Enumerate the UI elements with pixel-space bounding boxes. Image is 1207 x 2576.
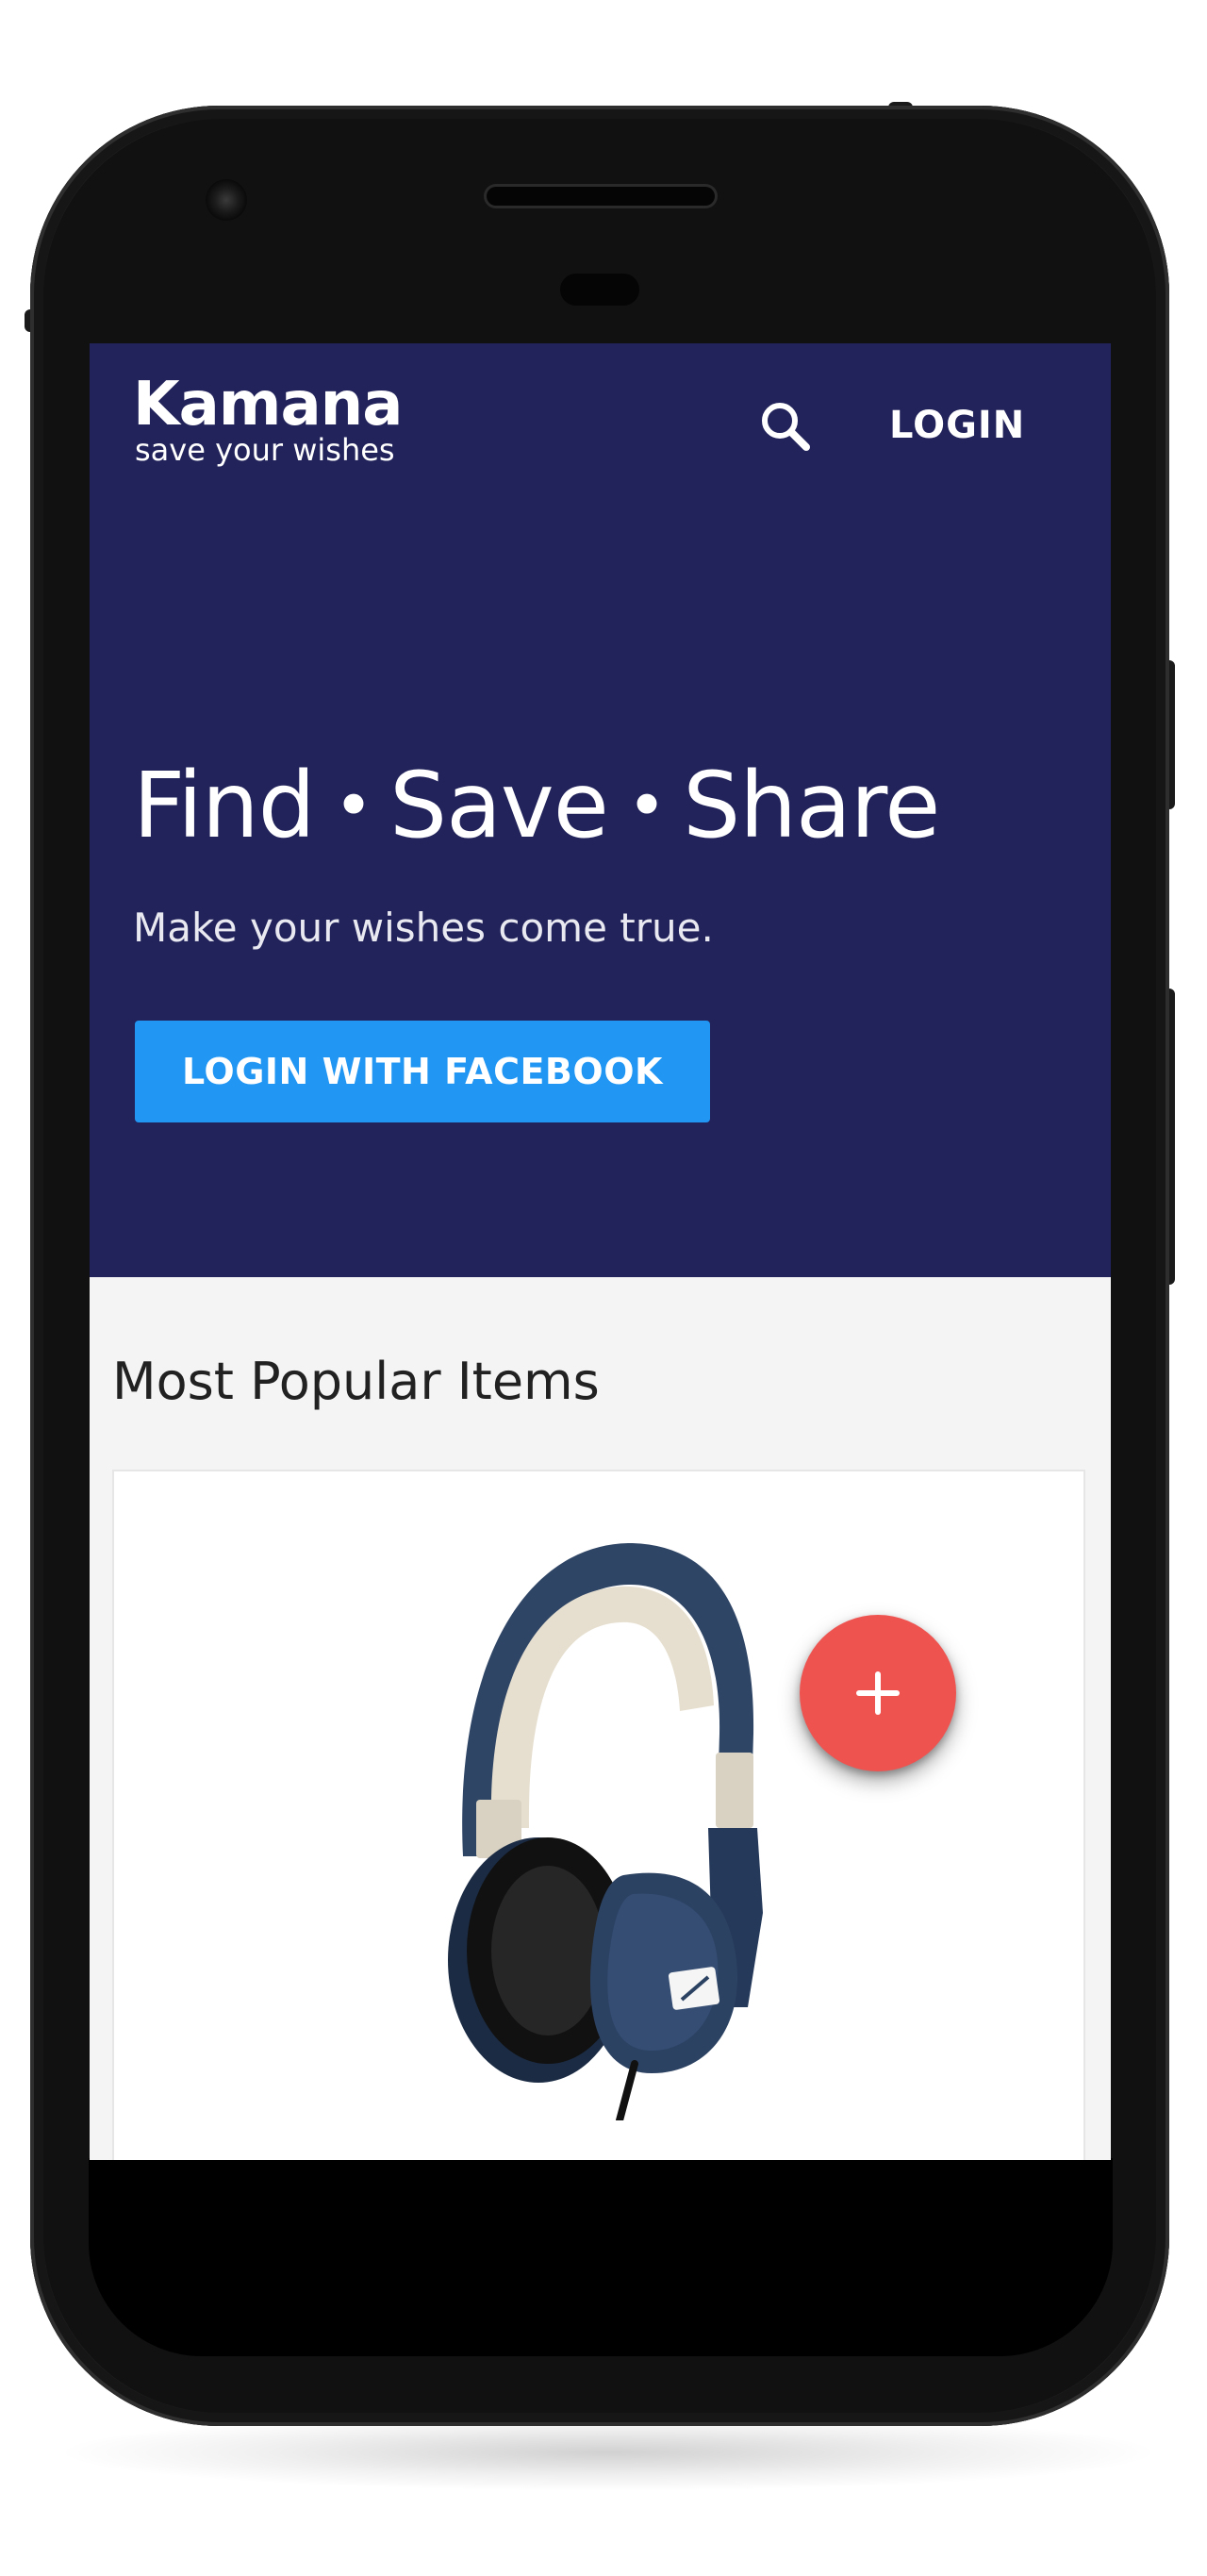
brand-logo[interactable]: Kamana save your wishes <box>133 370 403 468</box>
bottom-bezel <box>89 2158 1113 2356</box>
headline-separator: • <box>333 766 373 845</box>
popular-item-card[interactable] <box>112 1470 1085 2160</box>
headline-separator: • <box>626 766 667 845</box>
speaker-grille <box>487 187 715 206</box>
headline-word-share: Share <box>683 753 940 858</box>
search-icon <box>762 403 810 451</box>
headline-word-save: Save <box>389 753 609 858</box>
section-title: Most Popular Items <box>112 1352 600 1411</box>
phone-shadow <box>66 2415 1150 2490</box>
brand-name: Kamana <box>133 370 403 440</box>
headline-word-find: Find <box>133 753 316 858</box>
proximity-sensor <box>560 274 639 306</box>
front-camera <box>206 179 247 221</box>
plus-icon <box>856 1671 900 1715</box>
hero-section: Kamana save your wishes LOGIN Find • Save •… <box>90 343 1111 1277</box>
app-screen: Kamana save your wishes LOGIN Find • Save •… <box>90 343 1111 2160</box>
device-mockup: Kamana save your wishes LOGIN Find • Save •… <box>0 0 1207 2576</box>
headphones-image <box>448 1543 763 2120</box>
hero-headline: Find • Save • Share <box>133 749 940 870</box>
brand-tagline: save your wishes <box>135 432 395 468</box>
add-item-fab[interactable] <box>800 1615 956 1771</box>
login-with-facebook-button[interactable]: LOGIN WITH FACEBOOK <box>135 1021 710 1122</box>
hero-subheadline: Make your wishes come true. <box>133 905 714 951</box>
search-button[interactable] <box>752 392 819 460</box>
login-button[interactable]: LOGIN <box>889 402 1025 449</box>
